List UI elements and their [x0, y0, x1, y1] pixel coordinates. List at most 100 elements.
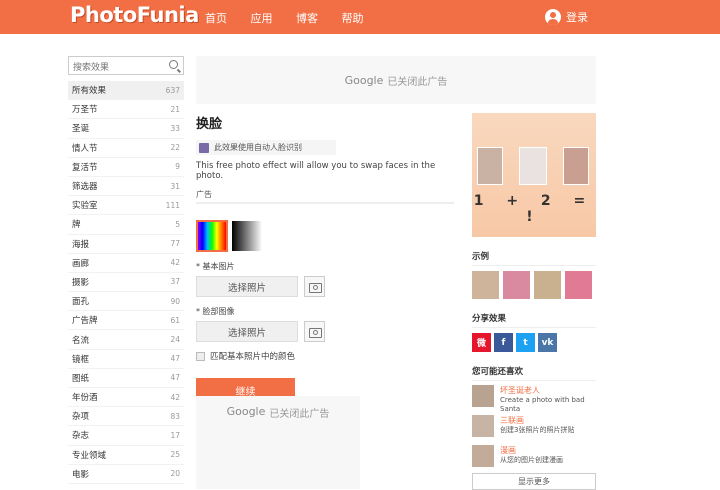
- category-count: 25: [170, 450, 180, 460]
- recommendation-item[interactable]: 漫画 从您的图片创建漫画: [472, 445, 596, 471]
- login-label: 登录: [566, 11, 588, 24]
- recommendation-item[interactable]: 三联画 创建3张照片的照片拼贴: [472, 415, 596, 441]
- preview-equation: 1 + 2 = !: [473, 193, 595, 225]
- base-image-row: 选择照片: [196, 276, 456, 297]
- bottom-ad-placeholder: Google 已关闭此广告: [196, 396, 360, 489]
- category-count: 37: [170, 277, 180, 287]
- page-title: 换脸: [196, 117, 223, 132]
- share-buttons: 微 f t vk: [472, 333, 596, 352]
- top-navigation-bar: PhotoFunia 首页 应用 博客 帮助 登录: [0, 0, 720, 34]
- right-column: 1 + 2 = ! 示例 分享效果 微 f t vk 您可能还喜欢 坏圣诞老人 Crea…: [472, 113, 596, 490]
- sidebar-category-item[interactable]: 摄影 37: [68, 273, 184, 293]
- effect-description: This free photo effect will allow you to…: [196, 161, 436, 181]
- category-label: 牌: [72, 220, 81, 231]
- sidebar-category-item[interactable]: 图纸 47: [68, 369, 184, 388]
- sidebar-category-item[interactable]: 圣诞 33: [68, 119, 184, 139]
- sidebar-category-item[interactable]: 复活节 9: [68, 158, 184, 177]
- category-label: 镜框: [72, 354, 90, 365]
- example-thumbnail[interactable]: [534, 271, 561, 299]
- category-count: 5: [175, 219, 180, 229]
- face-note-text: 此效果使用自动人脸识别: [214, 143, 302, 152]
- nav-blog[interactable]: 博客: [296, 12, 318, 25]
- sidebar-category-item[interactable]: 所有效果 637: [68, 81, 184, 101]
- recommendation-item[interactable]: 坏圣诞老人 Create a photo with bad Santa: [472, 385, 596, 413]
- sidebar-category-item[interactable]: 海报 77: [68, 235, 184, 254]
- sidebar-category-item[interactable]: 面孔 90: [68, 292, 184, 312]
- recommendation-title[interactable]: 漫画: [500, 445, 563, 456]
- sidebar-category-item[interactable]: 牌5: [68, 215, 184, 235]
- category-label: 名流: [72, 335, 90, 346]
- category-label: 圣诞: [72, 124, 90, 135]
- base-image-pick-button[interactable]: 选择照片: [196, 276, 298, 297]
- ad-closed-text: 已关闭此广告: [269, 409, 330, 420]
- recommend-heading: 您可能还喜欢: [472, 365, 596, 381]
- category-label: 广告牌: [72, 316, 98, 327]
- sidebar-category-item[interactable]: 杂志 17: [68, 426, 184, 446]
- sidebar-category-item[interactable]: 电影 20: [68, 465, 184, 484]
- filter-swatches: [196, 220, 456, 252]
- ad-divider: [196, 202, 454, 204]
- preview-photo-3: [563, 147, 589, 185]
- camera-icon[interactable]: [304, 276, 325, 297]
- example-thumbnail[interactable]: [565, 271, 592, 299]
- example-thumbnail[interactable]: [472, 271, 499, 299]
- search-input[interactable]: 搜索效果: [68, 56, 184, 75]
- ad-closed-text: 已关闭此广告: [387, 76, 448, 88]
- search-icon[interactable]: [169, 60, 178, 69]
- camera-icon[interactable]: [304, 321, 325, 342]
- user-icon: [545, 9, 561, 25]
- vk-icon[interactable]: vk: [538, 333, 557, 352]
- top-ad-placeholder: Google 已关闭此广告: [196, 56, 596, 104]
- face-image-row: 选择照片: [196, 321, 456, 342]
- ad-label: 广告: [196, 190, 212, 199]
- category-label: 面孔: [72, 297, 90, 308]
- weibo-icon[interactable]: 微: [472, 333, 491, 352]
- sidebar-category-item[interactable]: 筛选器 31: [68, 177, 184, 197]
- grayscale-filter-swatch[interactable]: [232, 221, 262, 251]
- photofunia-logo[interactable]: PhotoFunia: [70, 3, 199, 27]
- sidebar-category-item[interactable]: 年份酒 42: [68, 388, 184, 408]
- twitter-icon[interactable]: t: [516, 333, 535, 352]
- recommendation-description: Create a photo with bad Santa: [500, 396, 585, 413]
- nav-help[interactable]: 帮助: [342, 12, 364, 25]
- category-label: 实验室: [72, 201, 98, 212]
- nav-apps[interactable]: 应用: [251, 12, 273, 25]
- category-count: 20: [170, 469, 180, 479]
- example-thumbnail[interactable]: [503, 271, 530, 299]
- preview-photo-1: [477, 147, 503, 185]
- sidebar-category-item[interactable]: 万圣节 21: [68, 100, 184, 120]
- face-detection-icon: [199, 142, 209, 153]
- category-label: 画廊: [72, 258, 90, 269]
- effect-panel: 换脸 此效果使用自动人脸识别 This free photo effect wi…: [196, 113, 456, 403]
- recommendation-list: 坏圣诞老人 Create a photo with bad Santa 三联画 创建3…: [472, 385, 596, 471]
- category-count: 47: [170, 354, 180, 364]
- color-filter-swatch[interactable]: [196, 220, 228, 252]
- facebook-icon[interactable]: f: [494, 333, 513, 352]
- sidebar-category-item[interactable]: 情人节 22: [68, 139, 184, 158]
- recommendation-text: 漫画 从您的图片创建漫画: [500, 445, 563, 471]
- sidebar-category-item[interactable]: 广告牌 61: [68, 311, 184, 331]
- category-label: 专业领域: [72, 450, 107, 461]
- recommendation-title[interactable]: 坏圣诞老人: [500, 385, 596, 396]
- nav-home[interactable]: 首页: [205, 12, 227, 25]
- category-label: 电影: [72, 469, 90, 480]
- sidebar-category-item[interactable]: 名流 24: [68, 330, 184, 350]
- google-label: Google: [226, 405, 266, 418]
- match-color-checkbox[interactable]: [196, 351, 205, 361]
- match-color-option[interactable]: 匹配基本照片中的颜色: [196, 350, 456, 362]
- category-label: 万圣节: [72, 105, 98, 116]
- sidebar-category-item[interactable]: 专业领域 25: [68, 446, 184, 465]
- login-link[interactable]: 登录: [545, 9, 588, 25]
- category-count: 9: [175, 162, 180, 172]
- face-image-pick-button[interactable]: 选择照片: [196, 321, 298, 342]
- show-more-button[interactable]: 显示更多: [472, 473, 596, 490]
- sidebar-category-item[interactable]: 镜框 47: [68, 350, 184, 369]
- face-detection-note: 此效果使用自动人脸识别: [196, 140, 336, 155]
- category-count: 90: [170, 296, 180, 306]
- sidebar-category-item[interactable]: 杂项 83: [68, 407, 184, 427]
- category-label: 所有效果: [72, 86, 107, 97]
- sidebar-category-item[interactable]: 画廊 42: [68, 254, 184, 273]
- sidebar-category-item[interactable]: 实验室 111: [68, 196, 184, 216]
- recommendation-title[interactable]: 三联画: [500, 415, 574, 426]
- category-count: 24: [170, 335, 180, 345]
